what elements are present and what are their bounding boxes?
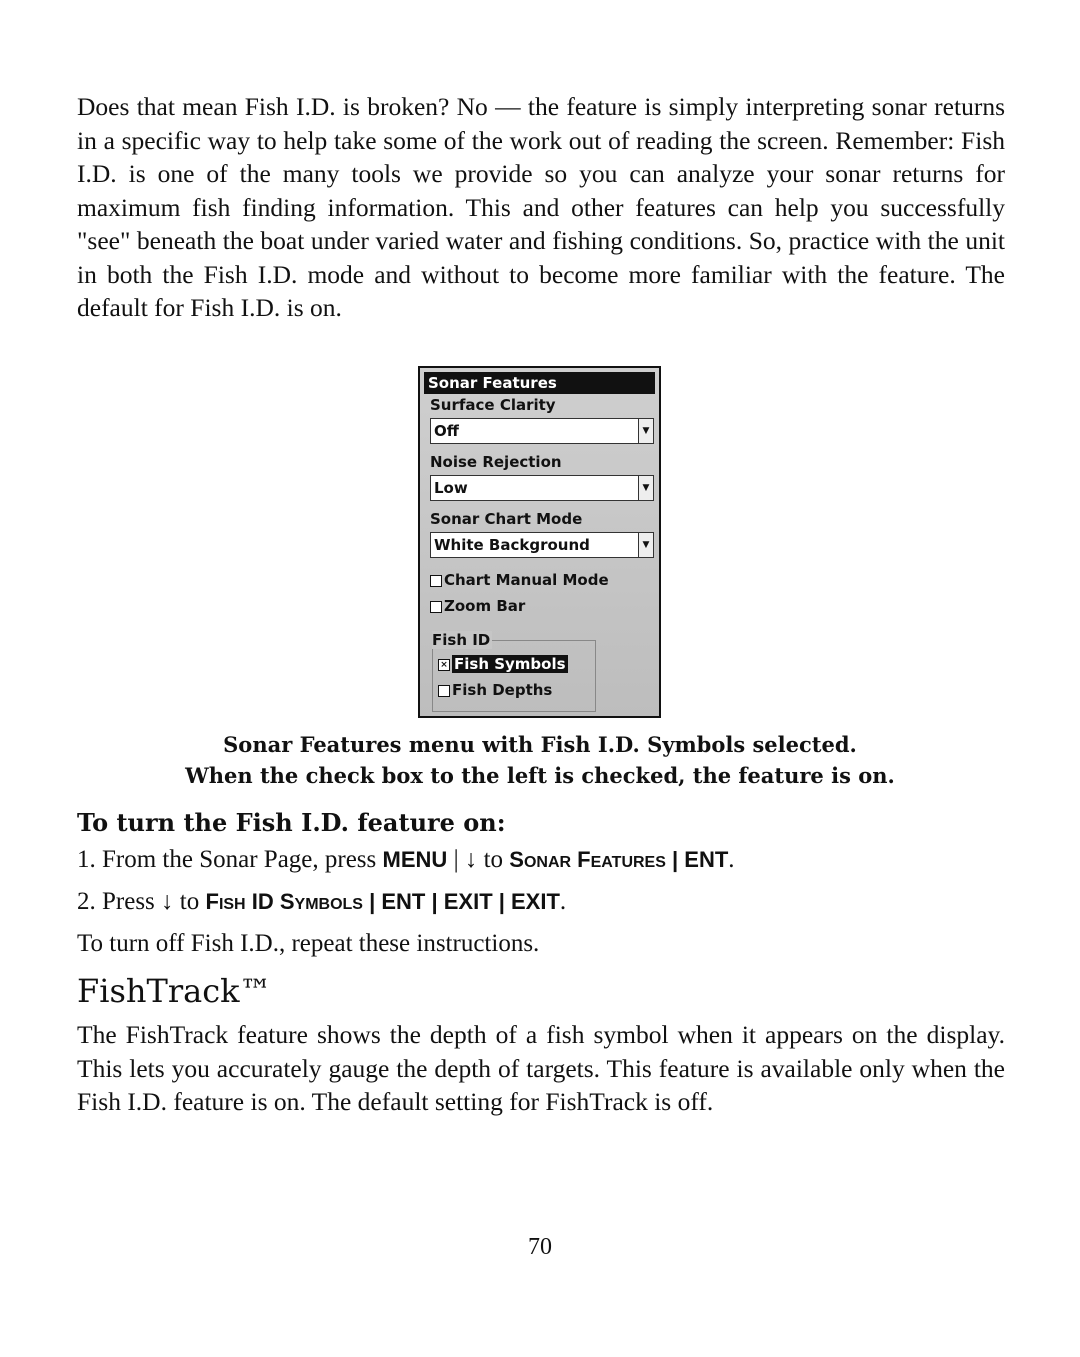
dropdown-arrow-icon: ▼	[638, 419, 653, 443]
fish-symbols-label: Fish Symbols	[452, 655, 568, 673]
chart-manual-mode-label: Chart Manual Mode	[444, 571, 609, 589]
key-text: EATURES	[590, 854, 666, 871]
key-text: F	[571, 847, 591, 872]
step-2: 2. Press ↓ to FISH ID SYMBOLS | ENT | EX…	[77, 888, 566, 916]
step-text: .	[728, 846, 735, 873]
fish-depths-label: Fish Depths	[452, 681, 553, 699]
key-text: F	[205, 889, 219, 914]
checkbox-icon	[430, 600, 442, 613]
surface-clarity-label: Surface Clarity	[430, 396, 556, 414]
sonar-chart-mode-select[interactable]: White Background ▼	[430, 532, 654, 558]
surface-clarity-value: Off	[434, 422, 459, 440]
key-text: YMBOLS	[294, 896, 363, 913]
step-1: 1. From the Sonar Page, press MENU | ↓ t…	[77, 846, 735, 874]
key-menu: MENU	[382, 847, 448, 872]
checkbox-icon	[430, 574, 442, 587]
noise-rejection-value: Low	[434, 479, 468, 497]
howto-heading: To turn the Fish I.D. feature on:	[77, 808, 506, 837]
fishtrack-heading: FishTrack™	[77, 972, 272, 1010]
step-text: | ↓ to	[447, 846, 510, 873]
zoom-bar-label: Zoom Bar	[444, 597, 526, 615]
step-text: 1. From the Sonar Page, press	[77, 846, 383, 873]
intro-paragraph: Does that mean Fish I.D. is broken? No —…	[77, 92, 1005, 322]
noise-rejection-label: Noise Rejection	[430, 453, 562, 471]
key-text: ISH	[218, 896, 246, 913]
page-number: 70	[528, 1234, 552, 1260]
key-text: S	[509, 847, 524, 872]
key-text: ID S	[245, 889, 295, 914]
step-text: 2. Press ↓ to	[77, 888, 206, 915]
dropdown-arrow-icon: ▼	[638, 533, 653, 557]
fish-id-group	[432, 640, 596, 712]
chart-manual-mode-checkbox[interactable]: Chart Manual Mode	[430, 571, 609, 589]
off-note: To turn off Fish I.D., repeat these inst…	[77, 930, 540, 957]
menu-title: Sonar Features	[424, 372, 655, 394]
sonar-chart-mode-label: Sonar Chart Mode	[430, 510, 583, 528]
sonar-chart-mode-value: White Background	[434, 536, 590, 554]
key-ent: | ENT	[665, 847, 729, 872]
noise-rejection-select[interactable]: Low ▼	[430, 475, 654, 501]
key-sequence: | ENT | EXIT | EXIT	[362, 889, 560, 914]
checked-icon: ×	[438, 658, 450, 671]
fish-symbols-checkbox[interactable]: × Fish Symbols	[438, 655, 568, 673]
surface-clarity-select[interactable]: Off ▼	[430, 418, 654, 444]
fish-id-group-label: Fish ID	[432, 631, 493, 649]
key-text: ONAR	[523, 854, 572, 871]
caption-line-2: When the check box to the left is checke…	[185, 763, 895, 788]
fish-depths-checkbox[interactable]: Fish Depths	[438, 681, 552, 699]
zoom-bar-checkbox[interactable]: Zoom Bar	[430, 597, 525, 615]
sonar-features-screenshot: Sonar Features Surface Clarity Off ▼ Nois…	[418, 366, 661, 718]
dropdown-arrow-icon: ▼	[638, 476, 653, 500]
fishtrack-paragraph: The FishTrack feature shows the depth of…	[77, 1020, 1005, 1116]
caption-line-1: Sonar Features menu with Fish I.D. Symbo…	[223, 732, 857, 757]
checkbox-icon	[438, 684, 450, 697]
step-text: .	[559, 888, 567, 915]
